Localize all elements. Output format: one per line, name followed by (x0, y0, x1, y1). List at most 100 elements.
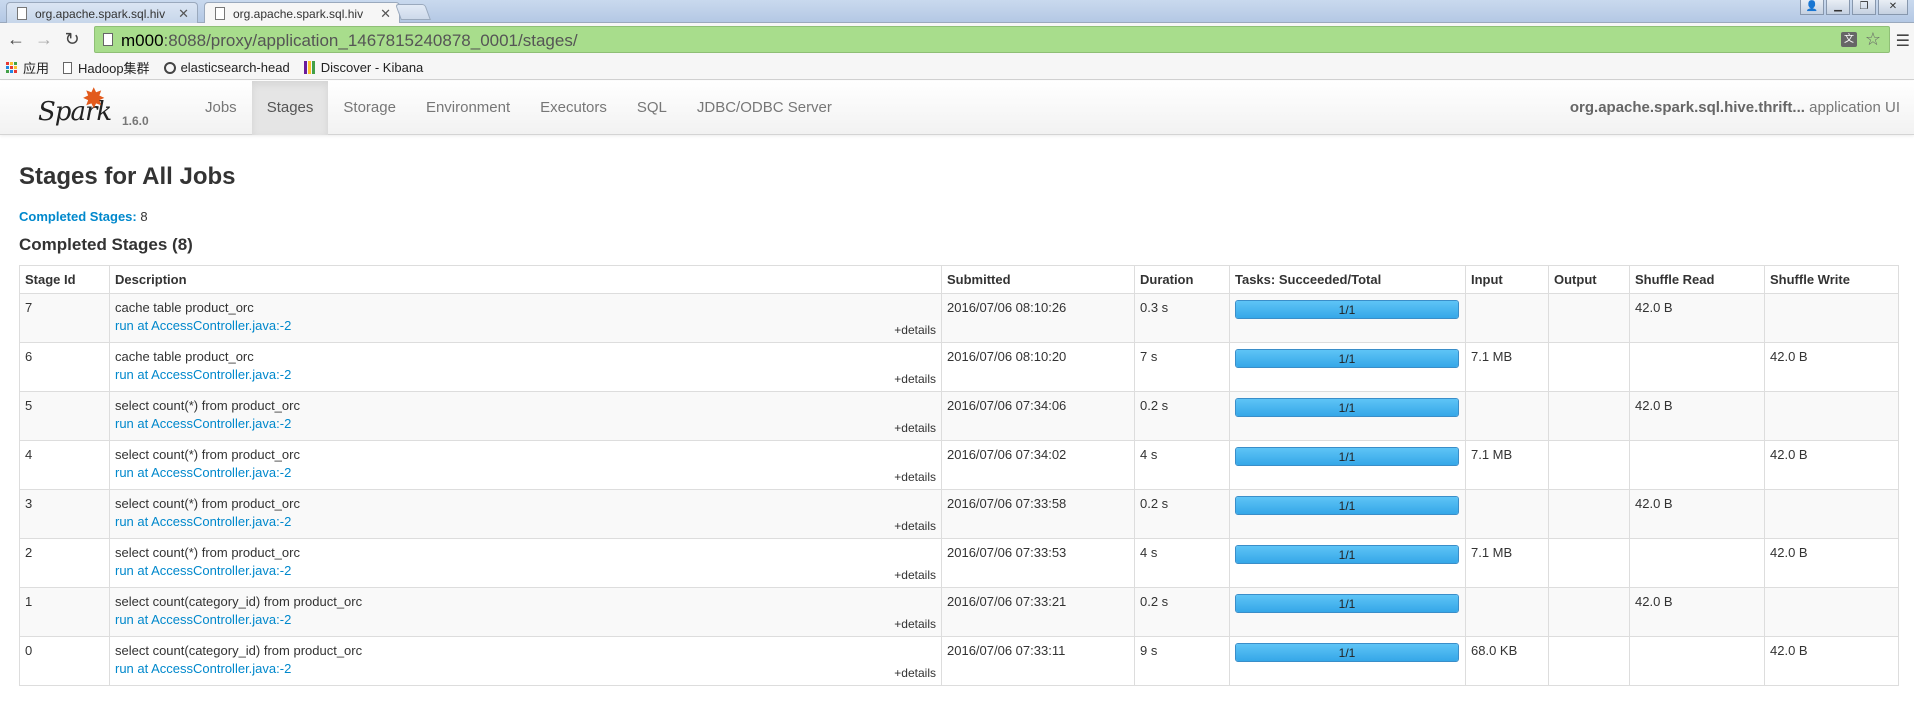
input-value: 68.0 KB (1471, 643, 1518, 658)
expand-details-toggle[interactable]: +details (894, 470, 936, 484)
stage-detail-link[interactable]: run at AccessController.java:-2 (115, 318, 936, 333)
completed-stages-link[interactable]: Completed Stages: (19, 209, 137, 224)
completed-stages-table: Stage Id Description Submitted Duration … (19, 265, 1899, 686)
page-title: Stages for All Jobs (19, 163, 236, 190)
expand-details-toggle[interactable]: +details (894, 617, 936, 631)
column-header-tasks[interactable]: Tasks: Succeeded/Total (1229, 265, 1466, 294)
column-header-input[interactable]: Input (1465, 265, 1549, 294)
nav-sql[interactable]: SQL (622, 81, 682, 135)
duration-cell: 9 s (1134, 636, 1230, 686)
expand-details-toggle[interactable]: +details (894, 568, 936, 582)
column-header-submitted[interactable]: Submitted (941, 265, 1135, 294)
table-row: 3 select count(*) from product_orc run a… (19, 489, 1899, 539)
submitted-time: 2016/07/06 07:34:02 (947, 447, 1067, 462)
stage-description: select count(*) from product_orc (115, 447, 300, 462)
elasticsearch-icon (163, 61, 176, 74)
bookmark-hadoop[interactable]: Hadoop集群 (63, 58, 150, 77)
duration-value: 0.2 s (1140, 398, 1169, 413)
output-cell (1548, 342, 1630, 392)
stage-id-cell: 3 (19, 489, 110, 539)
reload-icon[interactable]: ↻ (62, 30, 82, 48)
expand-details-toggle[interactable]: +details (894, 519, 936, 533)
stage-description: select count(category_id) from product_o… (115, 594, 363, 609)
nav-executors[interactable]: Executors (525, 81, 622, 135)
expand-details-toggle[interactable]: +details (894, 323, 936, 337)
nav-environment[interactable]: Environment (411, 81, 525, 135)
expand-details-toggle[interactable]: +details (894, 421, 936, 435)
duration-value: 0.2 s (1140, 594, 1169, 609)
nav-jobs[interactable]: Jobs (190, 81, 252, 135)
task-progress-bar: 1/1 (1235, 349, 1459, 368)
close-tab-icon[interactable]: ✕ (380, 6, 391, 22)
submitted-time: 2016/07/06 07:33:53 (947, 545, 1067, 560)
shuffle-write-cell (1764, 293, 1899, 343)
back-icon[interactable]: ← (6, 30, 26, 48)
stage-detail-link[interactable]: run at AccessController.java:-2 (115, 514, 936, 529)
task-progress-bar: 1/1 (1235, 398, 1459, 417)
table-row: 1 select count(category_id) from product… (19, 587, 1899, 637)
forward-icon[interactable]: → (34, 30, 54, 48)
minimize-button[interactable]: ▁ (1826, 0, 1850, 15)
bookmark-label: Hadoop集群 (78, 61, 150, 76)
input-cell: 68.0 KB (1465, 636, 1549, 686)
kibana-icon (303, 61, 316, 74)
submitted-cell: 2016/07/06 07:34:06 (941, 391, 1135, 441)
stage-detail-link[interactable]: run at AccessController.java:-2 (115, 612, 936, 627)
shuffle-read-cell: 42.0 B (1629, 587, 1765, 637)
user-icon[interactable]: 👤 (1800, 0, 1824, 15)
expand-details-toggle[interactable]: +details (894, 666, 936, 680)
address-bar[interactable]: m000:8088/proxy/application_146781524087… (94, 26, 1890, 53)
stage-detail-link[interactable]: run at AccessController.java:-2 (115, 661, 936, 676)
close-tab-icon[interactable]: ✕ (178, 6, 189, 22)
nav-stages[interactable]: Stages (251, 81, 329, 135)
column-header-output[interactable]: Output (1548, 265, 1630, 294)
stage-detail-link[interactable]: run at AccessController.java:-2 (115, 465, 936, 480)
bookmark-apps[interactable]: 应用 (6, 58, 49, 77)
url-text[interactable]: m000:8088/proxy/application_146781524087… (121, 31, 578, 51)
nav-jdbc-odbc-server[interactable]: JDBC/ODBC Server (682, 81, 847, 135)
column-header-shuffle-write[interactable]: Shuffle Write (1764, 265, 1899, 294)
output-cell (1548, 440, 1630, 490)
description-cell: select count(*) from product_orc run at … (109, 489, 942, 539)
browser-tab-1[interactable]: org.apache.spark.sql.hiv ✕ (6, 2, 198, 23)
bookmark-star-icon[interactable]: ☆ (1865, 29, 1881, 50)
output-cell (1548, 587, 1630, 637)
new-tab-button[interactable] (395, 4, 431, 20)
translate-icon[interactable]: 文 (1841, 32, 1857, 47)
shuffle-write-value: 42.0 B (1770, 545, 1808, 560)
stage-description: select count(*) from product_orc (115, 496, 300, 511)
column-header-description[interactable]: Description (109, 265, 942, 294)
close-window-button[interactable]: ✕ (1878, 0, 1908, 15)
column-header-duration[interactable]: Duration (1134, 265, 1230, 294)
input-cell: 7.1 MB (1465, 342, 1549, 392)
spark-logo[interactable]: Spark ✸ 1.6.0 (38, 85, 158, 131)
bookmark-kibana[interactable]: Discover - Kibana (303, 60, 423, 75)
completed-stages-count: 8 (136, 209, 148, 224)
task-progress-text: 1/1 (1338, 401, 1356, 415)
bookmark-elasticsearch[interactable]: elasticsearch-head (163, 60, 290, 75)
shuffle-read-cell (1629, 538, 1765, 588)
column-header-shuffle-read[interactable]: Shuffle Read (1629, 265, 1765, 294)
spark-navbar: Spark ✸ 1.6.0 Jobs Stages Storage Enviro… (0, 81, 1914, 135)
browser-tab-2[interactable]: org.apache.spark.sql.hiv ✕ (204, 2, 400, 24)
expand-details-toggle[interactable]: +details (894, 372, 936, 386)
section-title: Completed Stages (8) (19, 235, 193, 254)
stage-detail-link[interactable]: run at AccessController.java:-2 (115, 416, 936, 431)
stage-detail-link[interactable]: run at AccessController.java:-2 (115, 563, 936, 578)
application-name: org.apache.spark.sql.hive.thrift... (1569, 99, 1805, 116)
maximize-button[interactable]: ❐ (1852, 0, 1876, 15)
submitted-time: 2016/07/06 08:10:20 (947, 349, 1067, 364)
description-cell: select count(*) from product_orc run at … (109, 440, 942, 490)
page-icon (103, 33, 113, 46)
window-controls: 👤 ▁ ❐ ✕ (1800, 0, 1908, 15)
menu-icon[interactable]: ☰ (1896, 31, 1910, 51)
stage-id-cell: 7 (19, 293, 110, 343)
stage-id-cell: 6 (19, 342, 110, 392)
nav-storage[interactable]: Storage (328, 81, 411, 135)
submitted-cell: 2016/07/06 07:33:58 (941, 489, 1135, 539)
stage-detail-link[interactable]: run at AccessController.java:-2 (115, 367, 936, 382)
shuffle-write-value: 42.0 B (1770, 643, 1808, 658)
column-header-stage-id[interactable]: Stage Id (19, 265, 110, 294)
table-row: 7 cache table product_orc run at AccessC… (19, 293, 1899, 343)
shuffle-read-value: 42.0 B (1635, 496, 1673, 511)
